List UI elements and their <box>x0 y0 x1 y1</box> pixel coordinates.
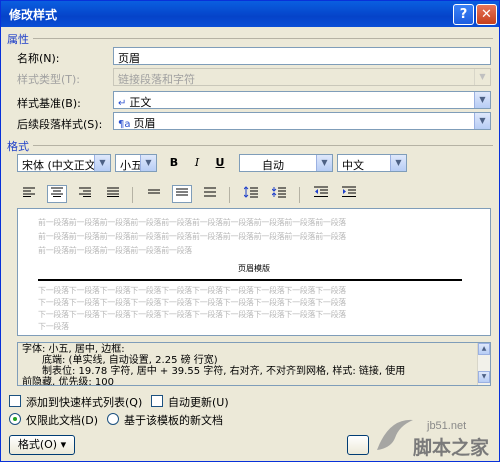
language-select[interactable]: 中文 ▼ <box>337 154 407 172</box>
new-documents-radio[interactable] <box>107 413 119 425</box>
new-documents-label: 基于该模板的新文档 <box>124 414 223 427</box>
bold-button[interactable]: B <box>164 154 184 172</box>
title-bar: 修改样式 ? ✕ <box>1 1 499 27</box>
ok-button[interactable] <box>347 435 369 455</box>
based-on-value: 正文 <box>129 96 152 109</box>
description-line: 前隐藏, 优先级: 100 <box>22 377 114 386</box>
description-line: 制表位: 19.78 字符, 居中 + 39.55 字符, 右对齐, 不对齐到网… <box>42 366 406 377</box>
close-button[interactable]: ✕ <box>476 4 497 25</box>
chevron-down-icon[interactable]: ▼ <box>474 113 490 129</box>
next-style-value: 页眉 <box>133 117 156 130</box>
name-label: 名称(N): <box>17 52 60 65</box>
add-to-quick-styles-label: 添加到快速样式列表(Q) <box>26 396 143 409</box>
based-on-select[interactable]: ↵ 正文 ▼ <box>113 91 491 109</box>
scroll-up-icon[interactable]: ▲ <box>478 343 490 355</box>
format-menu-button[interactable]: 格式(O) ▾ <box>9 435 75 455</box>
style-type-label: 样式类型(T): <box>17 73 81 86</box>
decrease-indent-icon <box>314 186 328 197</box>
linked-style-icon: ¶a <box>118 119 131 130</box>
preview-bottom-border <box>38 279 462 281</box>
description-line: 底端: (单实线, 自动设置, 2.25 磅 行宽) <box>42 355 218 366</box>
style-type-select: 链接段落和字符 ▼ <box>113 68 491 86</box>
align-right-button[interactable] <box>75 185 95 203</box>
font-size-value: 小五 <box>120 159 142 172</box>
increase-indent-button[interactable] <box>339 185 359 203</box>
italic-button[interactable]: I <box>187 154 207 172</box>
next-style-label: 后续段落样式(S): <box>17 118 103 131</box>
font-color-value: 自动 <box>262 159 284 172</box>
style-description: 字体: 小五, 居中, 边框: 底端: (单实线, 自动设置, 2.25 磅 行… <box>17 342 491 386</box>
one-half-spacing-icon <box>176 188 188 196</box>
toolbar-separator <box>132 187 133 203</box>
preview-next-paragraph: 下一段落下一段落下一段落下一段落下一段落下一段落下一段落下一段落下一段落下一段落 <box>38 310 346 319</box>
preview-previous-paragraph: 前一段落前一段落前一段落前一段落前一段落前一段落前一段落前一段落前一段落前一段落 <box>38 232 346 241</box>
watermark-url: jb51.net <box>427 420 467 432</box>
toolbar-separator <box>229 187 230 203</box>
font-size-select[interactable]: 小五 ▼ <box>115 154 157 172</box>
style-preview: 前一段落前一段落前一段落前一段落前一段落前一段落前一段落前一段落前一段落前一段落… <box>17 208 491 336</box>
one-half-spacing-button[interactable] <box>172 185 192 203</box>
modify-style-dialog: 修改样式 ? ✕ 属性 名称(N): 页眉 样式类型(T): 链接段落和字符 ▼… <box>0 0 500 462</box>
watermark-logo-icon <box>377 419 413 450</box>
language-value: 中文 <box>342 159 364 172</box>
preview-next-paragraph: 下一段落下一段落下一段落下一段落下一段落下一段落下一段落下一段落下一段落下一段落 <box>38 286 346 295</box>
auto-update-label: 自动更新(U) <box>168 396 229 409</box>
description-line: 字体: 小五, 居中, 边框: <box>22 344 125 355</box>
format-divider <box>33 145 493 146</box>
single-spacing-button[interactable] <box>144 185 164 203</box>
format-header: 格式 <box>7 140 29 153</box>
chevron-down-icon[interactable]: ▼ <box>474 92 490 108</box>
justify-button[interactable] <box>103 185 123 203</box>
increase-spacing-button[interactable] <box>241 185 261 203</box>
decrease-spacing-icon <box>271 187 286 198</box>
increase-indent-icon <box>342 186 356 197</box>
decrease-spacing-button[interactable] <box>269 185 289 203</box>
chevron-down-icon[interactable]: ▼ <box>140 155 156 171</box>
align-right-icon <box>79 187 91 197</box>
align-left-button[interactable] <box>19 185 39 203</box>
align-center-icon <box>51 187 63 197</box>
double-spacing-icon <box>204 187 216 197</box>
decrease-indent-button[interactable] <box>311 185 331 203</box>
properties-header: 属性 <box>7 33 29 46</box>
only-this-document-label: 仅限此文档(D) <box>26 414 99 427</box>
font-color-select[interactable]: 自动 ▼ <box>239 154 333 172</box>
dialog-title: 修改样式 <box>9 8 58 22</box>
add-to-quick-styles-checkbox[interactable] <box>9 395 21 407</box>
description-scrollbar[interactable]: ▲ ▼ <box>477 343 490 385</box>
only-this-document-radio[interactable] <box>9 413 21 425</box>
justify-icon <box>107 187 119 197</box>
preview-previous-paragraph: 前一段落前一段落前一段落前一段落前一段落前一段落前一段落前一段落前一段落前一段落 <box>38 218 346 227</box>
preview-next-paragraph: 下一段落 <box>38 322 69 331</box>
chevron-down-icon[interactable]: ▼ <box>316 155 332 171</box>
font-value: 宋体 (中文正文 <box>22 159 96 172</box>
next-style-select[interactable]: ¶a 页眉 ▼ <box>113 112 491 130</box>
preview-previous-paragraph: 前一段落前一段落前一段落前一段落前一段落 <box>38 246 192 255</box>
chevron-down-icon: ▼ <box>474 69 490 85</box>
underline-button[interactable]: U <box>210 154 230 172</box>
toolbar-separator <box>299 187 300 203</box>
auto-update-checkbox[interactable] <box>151 395 163 407</box>
watermark-text: 脚本之家 <box>413 437 490 459</box>
increase-spacing-icon <box>243 186 258 198</box>
preview-next-paragraph: 下一段落下一段落下一段落下一段落下一段落下一段落下一段落下一段落下一段落下一段落 <box>38 298 346 307</box>
help-button[interactable]: ? <box>453 4 474 25</box>
align-left-icon <box>23 187 35 197</box>
name-input[interactable]: 页眉 <box>113 47 491 65</box>
chevron-down-icon[interactable]: ▼ <box>390 155 406 171</box>
paragraph-mark-icon: ↵ <box>118 98 127 109</box>
single-spacing-icon <box>148 189 160 194</box>
font-select[interactable]: 宋体 (中文正文 ▼ <box>17 154 111 172</box>
align-center-button[interactable] <box>47 185 67 203</box>
properties-divider <box>33 38 493 39</box>
double-spacing-button[interactable] <box>200 185 220 203</box>
name-value: 页眉 <box>118 52 140 65</box>
chevron-down-icon[interactable]: ▼ <box>94 155 110 171</box>
style-type-value: 链接段落和字符 <box>118 73 195 86</box>
preview-sample-text: 页眉模版 <box>238 264 270 273</box>
scroll-down-icon[interactable]: ▼ <box>478 371 490 383</box>
based-on-label: 样式基准(B): <box>17 97 81 110</box>
